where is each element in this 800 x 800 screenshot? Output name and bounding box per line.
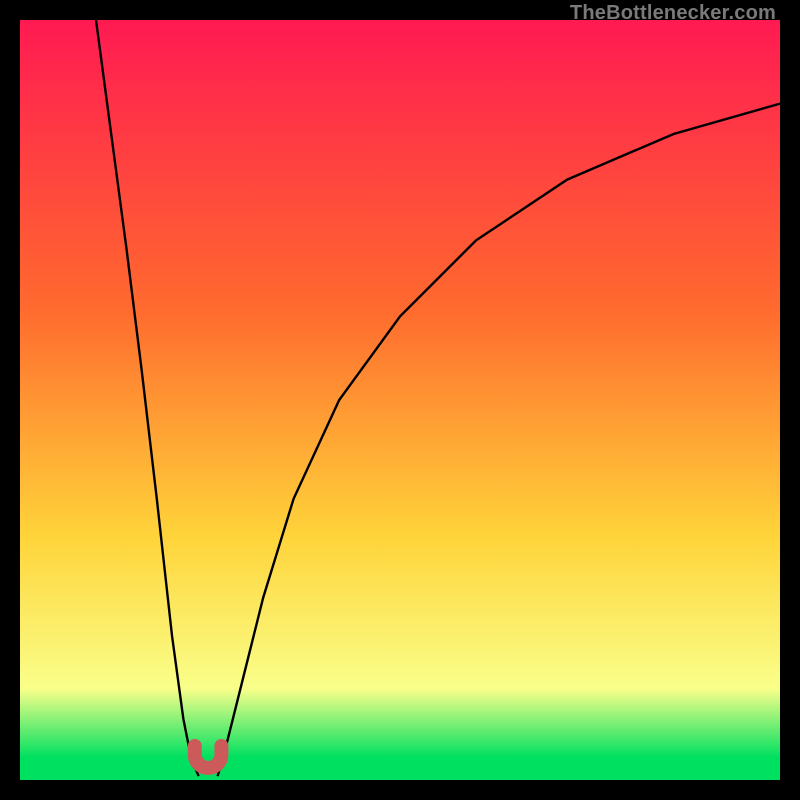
chart-frame: TheBottlenecker.com [0, 0, 800, 800]
bottleneck-chart [20, 20, 780, 780]
plot-area [20, 20, 780, 780]
gradient-background [20, 20, 780, 780]
